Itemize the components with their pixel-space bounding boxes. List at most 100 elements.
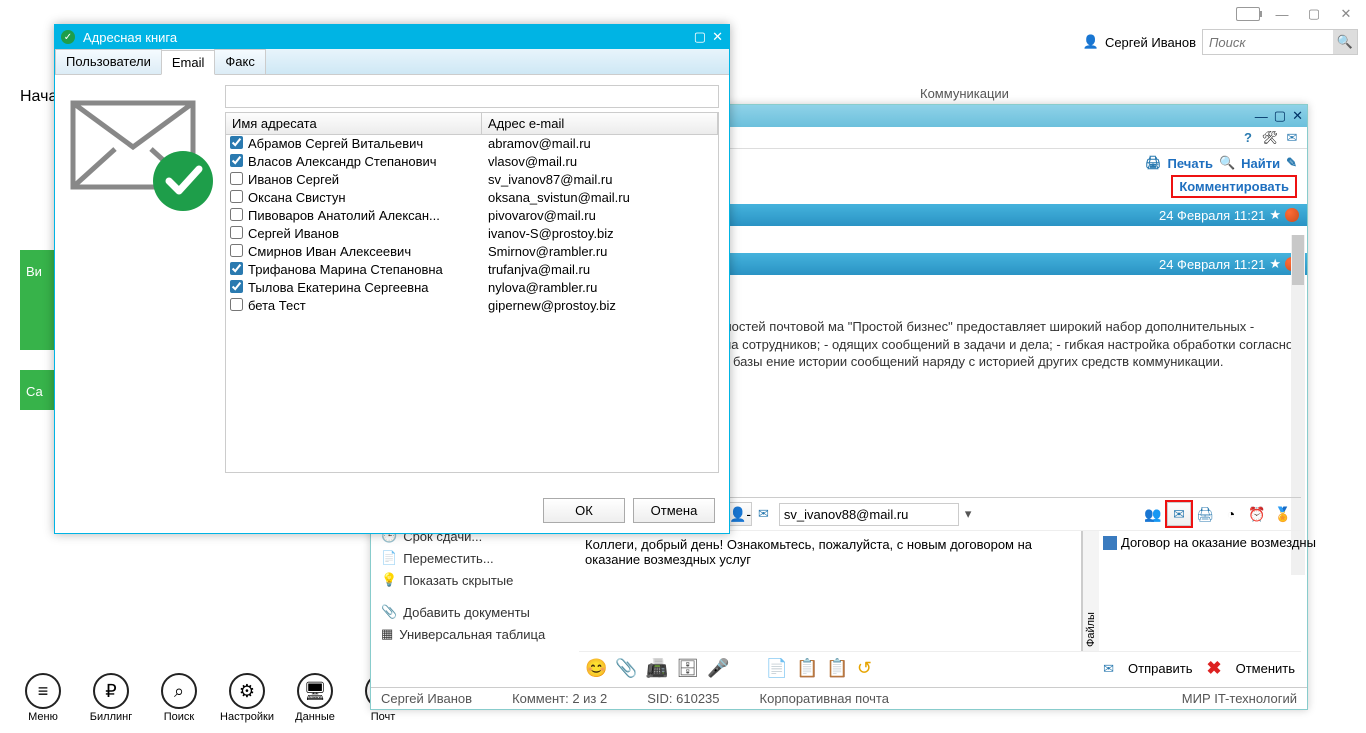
mail-send-icon[interactable]: ✉ — [1167, 502, 1191, 526]
send-button[interactable]: Отправить — [1128, 661, 1192, 676]
envelope-icon[interactable]: ✉ — [1283, 129, 1301, 147]
remove-user-icon[interactable]: 👤- — [728, 502, 752, 526]
help-icon[interactable]: ? — [1239, 129, 1257, 147]
doc-icon[interactable]: 📄 — [766, 658, 788, 679]
users-icon[interactable]: 👥 — [1141, 502, 1165, 526]
scrollbar-thumb[interactable] — [1292, 235, 1304, 285]
tools-icon[interactable]: 🛠 — [1261, 129, 1279, 147]
undo-icon[interactable]: ↺ — [857, 658, 872, 679]
mic-icon[interactable]: 🎤 — [707, 658, 729, 679]
mail-maximize-icon[interactable]: ▢ — [1274, 108, 1286, 124]
tab-email[interactable]: Email — [161, 50, 216, 75]
addr-row[interactable]: Тылова Екатерина Сергеевнаnylova@rambler… — [226, 279, 718, 297]
status-comment: Коммент: 2 из 2 — [512, 691, 607, 706]
user-name[interactable]: Сергей Иванов — [1105, 35, 1196, 50]
addr-titlebar[interactable]: ✓ Адресная книга ▢ ✕ — [55, 25, 729, 49]
addr-table: Имя адресата Адрес e-mail Абрамов Сергей… — [225, 112, 719, 473]
files-tab[interactable]: Файлы — [1082, 531, 1099, 651]
find-button[interactable]: Найти — [1241, 156, 1280, 171]
addr-row[interactable]: Сергей Ивановivanov-S@prostoy.biz — [226, 225, 718, 243]
tab-users[interactable]: Пользователи — [55, 49, 162, 74]
print-icon[interactable]: 🖨 — [1193, 502, 1217, 526]
left-green-1[interactable]: Ви — [20, 250, 54, 350]
ok-button[interactable]: ОК — [543, 498, 625, 523]
addr-checkbox[interactable] — [230, 298, 243, 311]
clip-icon[interactable]: 📎 — [615, 658, 637, 679]
addr-checkbox[interactable] — [230, 280, 243, 293]
print-button[interactable]: Печать — [1168, 156, 1213, 171]
addr-close-icon[interactable]: ✕ — [712, 29, 723, 45]
addr-checkbox[interactable] — [230, 190, 243, 203]
minimize-icon[interactable]: — — [1272, 4, 1292, 24]
left-green-2[interactable]: Са — [20, 370, 54, 410]
emoji-icon[interactable]: 😊 — [585, 658, 607, 679]
dock-search[interactable]: ⌕Поиск — [154, 673, 204, 723]
star-icon[interactable]: ★ — [1269, 256, 1281, 272]
pencil-icon: ✎ — [1286, 155, 1297, 171]
compose-textarea[interactable] — [579, 531, 1081, 651]
dock-menu[interactable]: ≡Меню — [18, 673, 68, 723]
mail-minimize-icon[interactable]: — — [1255, 109, 1268, 124]
addr-row[interactable]: бета Тестgipernew@prostoy.biz — [226, 297, 718, 315]
envelope-icon: ✉ — [1103, 661, 1114, 677]
addr-row[interactable]: Абрамов Сергей Витальевичabramov@mail.ru — [226, 135, 718, 153]
scan-icon[interactable]: 📠 — [646, 658, 668, 679]
side-show-hidden[interactable]: 💡Показать скрытые — [377, 569, 577, 591]
addr-row[interactable]: Власов Александр Степановичvlasov@mail.r… — [226, 153, 718, 171]
task-side-menu: 🕒Срок сдачи... 📄Переместить... 💡Показать… — [377, 525, 577, 645]
user-row: 👤 Сергей Иванов 🔍 — [1083, 28, 1358, 56]
copy-icon[interactable]: 📋 — [796, 658, 818, 679]
mail-close-icon[interactable]: ✕ — [1292, 108, 1303, 124]
dropdown-icon[interactable]: ▾ — [961, 506, 976, 522]
paste-icon[interactable]: 📋 — [826, 658, 848, 679]
dock-data-label: Данные — [295, 711, 335, 723]
col-name-header[interactable]: Имя адресата — [226, 113, 482, 134]
side-add-docs[interactable]: 📎Добавить документы — [377, 601, 577, 623]
addr-row[interactable]: Трифанова Марина Степановнаtrufanjva@mai… — [226, 261, 718, 279]
maximize-icon[interactable]: ▢ — [1304, 4, 1324, 24]
addr-row[interactable]: Оксана Свистунoksana_svistun@mail.ru — [226, 189, 718, 207]
dock-settings-label: Настройки — [220, 711, 274, 723]
addr-email: pivovarov@mail.ru — [482, 208, 718, 224]
comment-button[interactable]: Комментировать — [1171, 175, 1297, 198]
alarm-icon[interactable]: ⏰ — [1245, 502, 1269, 526]
addr-row[interactable]: Смирнов Иван АлексеевичSmirnov@rambler.r… — [226, 243, 718, 261]
addr-checkbox[interactable] — [230, 208, 243, 221]
search-input[interactable] — [1203, 31, 1333, 54]
billing-icon: ₽ — [93, 673, 129, 709]
dock-data[interactable]: 🖥 Данные — [290, 673, 340, 723]
pie-icon[interactable]: ◔ — [1219, 502, 1243, 526]
col-email-header[interactable]: Адрес e-mail — [482, 113, 718, 134]
data-icon: 🖥 — [297, 673, 333, 709]
search-button[interactable]: 🔍 — [1333, 30, 1357, 54]
tab-fax[interactable]: Факс — [214, 49, 265, 74]
close-icon[interactable]: ✕ — [1336, 4, 1356, 24]
addr-checkbox[interactable] — [230, 136, 243, 149]
addr-search-input[interactable] — [229, 89, 715, 104]
addr-checkbox[interactable] — [230, 262, 243, 275]
section-title: Коммуникации — [920, 86, 1009, 101]
addr-row[interactable]: Иванов Сергейsv_ivanov87@mail.ru — [226, 171, 718, 189]
star-icon[interactable]: ★ — [1269, 207, 1281, 223]
status-org: МИР IT-технологий — [1182, 691, 1297, 706]
db-icon[interactable]: 🗄 — [676, 658, 699, 679]
side-move[interactable]: 📄Переместить... — [377, 547, 577, 569]
addr-checkbox[interactable] — [230, 172, 243, 185]
addr-checkbox[interactable] — [230, 226, 243, 239]
file-item[interactable]: Договор на оказание возмездны — [1103, 535, 1316, 550]
cancel-button[interactable]: Отмена — [633, 498, 715, 523]
cancel-button[interactable]: Отменить — [1236, 661, 1295, 676]
dock-billing[interactable]: ₽Биллинг — [86, 673, 136, 723]
dock-settings[interactable]: ⚙Настройки — [222, 673, 272, 723]
addr-checkbox[interactable] — [230, 154, 243, 167]
status-sid: SID: 610235 — [647, 691, 719, 706]
compose-address-input[interactable] — [779, 503, 959, 526]
award-icon[interactable]: 🏅 — [1271, 502, 1295, 526]
addr-checkbox[interactable] — [230, 244, 243, 257]
side-add-docs-label: Добавить документы — [403, 605, 530, 620]
globe-icon[interactable] — [1285, 208, 1299, 222]
side-table[interactable]: ▦Универсальная таблица — [377, 623, 577, 645]
addr-row[interactable]: Пивоваров Анатолий Алексан...pivovarov@m… — [226, 207, 718, 225]
addr-maximize-icon[interactable]: ▢ — [694, 29, 706, 45]
addr-email: vlasov@mail.ru — [482, 154, 718, 170]
